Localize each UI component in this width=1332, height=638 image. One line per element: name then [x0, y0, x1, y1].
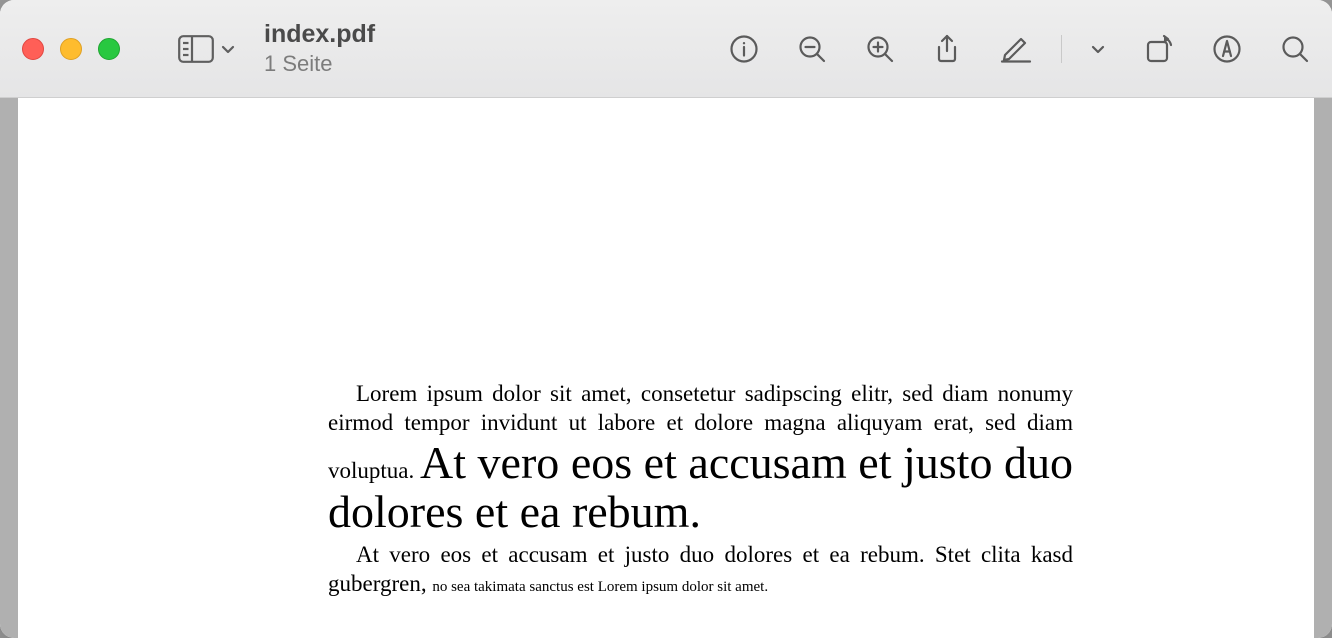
highlight-button[interactable]: [999, 34, 1033, 64]
para1-large: At vero eos et accusam et justo duo dolo…: [328, 437, 1073, 538]
sidebar-toggle[interactable]: [178, 35, 236, 63]
search-button[interactable]: [1280, 34, 1310, 64]
zoom-in-button[interactable]: [865, 34, 895, 64]
share-button[interactable]: [933, 33, 961, 65]
pdf-text-content: Lorem ipsum dolor sit amet, consetetur s…: [328, 380, 1073, 598]
pdf-page: Lorem ipsum dolor sit amet, consetetur s…: [18, 98, 1314, 638]
sidebar-icon: [178, 35, 214, 63]
app-window: index.pdf 1 Seite: [0, 0, 1332, 638]
info-button[interactable]: [729, 34, 759, 64]
traffic-lights: [22, 38, 120, 60]
toolbar-separator: [1061, 35, 1062, 63]
para2-small: no sea takimata sanctus est Lorem ipsum …: [432, 579, 768, 595]
document-title-block: index.pdf 1 Seite: [264, 20, 375, 76]
markup-icon: [1212, 34, 1242, 64]
zoom-in-icon: [865, 34, 895, 64]
minimize-window-button[interactable]: [60, 38, 82, 60]
paragraph-1: Lorem ipsum dolor sit amet, consetetur s…: [328, 380, 1073, 537]
zoom-out-button[interactable]: [797, 34, 827, 64]
paragraph-2: At vero eos et accusam et justo duo dolo…: [328, 541, 1073, 599]
rotate-button[interactable]: [1144, 34, 1174, 64]
document-subtitle: 1 Seite: [264, 51, 375, 76]
dropdown-button[interactable]: [1090, 41, 1106, 57]
toolbar-right: [729, 33, 1310, 65]
info-icon: [729, 34, 759, 64]
zoom-out-icon: [797, 34, 827, 64]
chevron-down-icon: [220, 41, 236, 57]
fullscreen-window-button[interactable]: [98, 38, 120, 60]
document-filename: index.pdf: [264, 20, 375, 49]
rotate-icon: [1144, 34, 1174, 64]
close-window-button[interactable]: [22, 38, 44, 60]
search-icon: [1280, 34, 1310, 64]
titlebar: index.pdf 1 Seite: [0, 0, 1332, 98]
share-icon: [933, 33, 961, 65]
chevron-down-icon: [1090, 41, 1106, 57]
markup-button[interactable]: [1212, 34, 1242, 64]
document-viewport[interactable]: Lorem ipsum dolor sit amet, consetetur s…: [0, 98, 1332, 638]
highlight-icon: [999, 34, 1033, 64]
